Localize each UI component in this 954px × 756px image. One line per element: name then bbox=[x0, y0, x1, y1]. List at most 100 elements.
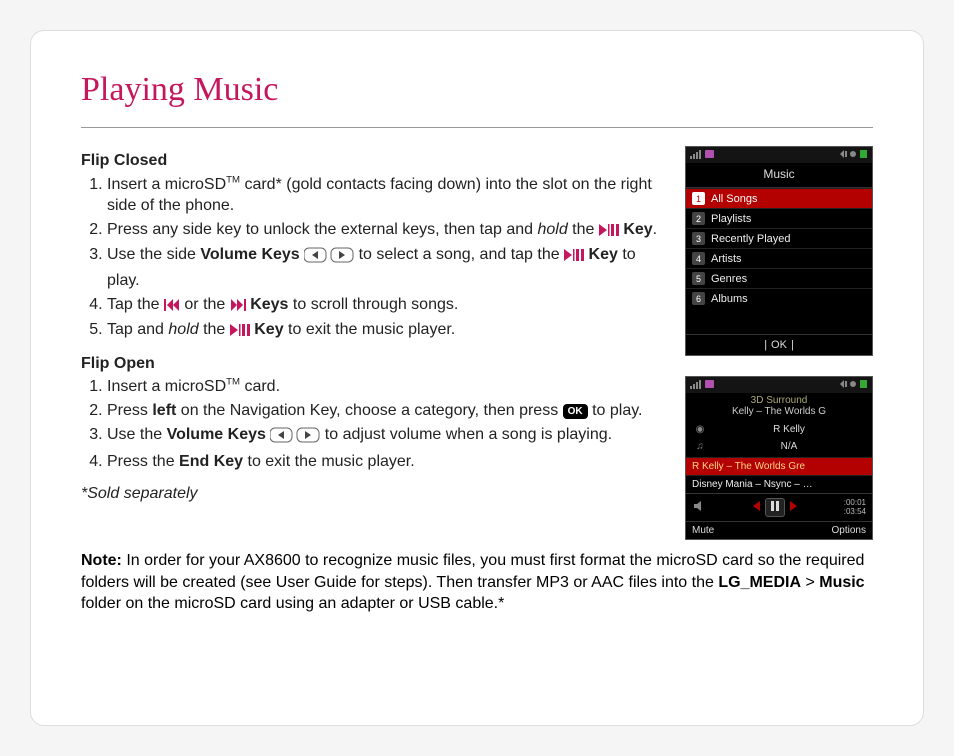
play-button[interactable] bbox=[765, 498, 785, 517]
softkey-mute[interactable]: Mute bbox=[692, 525, 714, 536]
text: left bbox=[152, 402, 176, 419]
list-item: Press any side key to unlock the externa… bbox=[107, 219, 663, 243]
text: Use the side bbox=[107, 246, 200, 263]
menu-item-genres[interactable]: 5 Genres bbox=[686, 268, 872, 288]
item-label: Artists bbox=[711, 253, 742, 265]
prev-track-icon bbox=[164, 296, 180, 318]
track-list: R Kelly – The Worlds Gre Disney Mania – … bbox=[686, 457, 872, 493]
time-display: :00:01 :03:54 bbox=[844, 499, 866, 517]
play-pause-icon bbox=[564, 246, 584, 268]
artist-name: R Kelly bbox=[714, 424, 864, 435]
list-item: Insert a microSDTM card. bbox=[107, 376, 663, 398]
note-label: Note: bbox=[81, 552, 122, 569]
text: to exit the music player. bbox=[284, 321, 456, 338]
phone-music-menu: Music 1All Songs 2Playlists 3Recently Pl… bbox=[685, 146, 873, 356]
next-button[interactable] bbox=[788, 500, 800, 515]
prev-button[interactable] bbox=[750, 500, 762, 515]
item-number: 5 bbox=[692, 272, 705, 285]
text: folder on the microSD card using an adap… bbox=[81, 595, 504, 612]
play-pause-icon bbox=[230, 321, 250, 343]
play-pause-icon bbox=[599, 221, 619, 243]
softkey-ok[interactable]: OK bbox=[767, 339, 791, 351]
text: to adjust volume when a song is playing. bbox=[325, 426, 612, 443]
artist-row: ◉ R Kelly bbox=[686, 421, 872, 438]
list-item: Insert a microSDTM card* (gold contacts … bbox=[107, 174, 663, 217]
text: Key bbox=[623, 221, 652, 238]
menu-item-albums[interactable]: 6 Albums bbox=[686, 288, 872, 308]
item-label: All Songs bbox=[711, 193, 757, 205]
phone-now-playing: 3D Surround Kelly – The Worlds G ◉ R Kell… bbox=[685, 376, 873, 540]
text: Volume Keys bbox=[167, 426, 266, 443]
menu-item-artists[interactable]: 4Artists bbox=[686, 248, 872, 268]
next-track-icon bbox=[230, 296, 246, 318]
indicator-icons bbox=[838, 149, 868, 161]
title-divider bbox=[81, 127, 873, 128]
signal-icon bbox=[690, 149, 716, 161]
list-item: Tap and hold the Key to exit the music p… bbox=[107, 319, 663, 343]
text: the bbox=[568, 221, 599, 238]
note-block: Note: In order for your AX8600 to recogn… bbox=[81, 550, 873, 615]
text: to select a song, and tap the bbox=[359, 246, 564, 263]
player-controls: :00:01 :03:54 bbox=[686, 493, 872, 521]
tm: TM bbox=[226, 377, 240, 388]
speaker-icon[interactable] bbox=[692, 499, 706, 516]
text: on the Navigation Key, choose a category… bbox=[176, 402, 562, 419]
text: hold bbox=[168, 321, 198, 338]
manual-page: Playing Music Flip Closed Insert a micro… bbox=[30, 30, 924, 726]
menu-item-playlists[interactable]: 2Playlists bbox=[686, 208, 872, 228]
flip-closed-heading: Flip Closed bbox=[81, 150, 663, 172]
item-number: 3 bbox=[692, 232, 705, 245]
note-icon: ♫ bbox=[694, 441, 706, 452]
footnote: *Sold separately bbox=[81, 483, 663, 505]
phone-previews: Music 1All Songs 2Playlists 3Recently Pl… bbox=[685, 146, 873, 540]
path-lg-media: LG_MEDIA bbox=[718, 574, 801, 591]
menu-item-recently-played[interactable]: 3Recently Played bbox=[686, 228, 872, 248]
track-item-selected[interactable]: R Kelly – The Worlds Gre bbox=[686, 457, 872, 475]
content-columns: Flip Closed Insert a microSDTM card* (go… bbox=[81, 146, 873, 540]
text: . bbox=[653, 221, 657, 238]
disc-icon: ◉ bbox=[694, 424, 706, 435]
flip-open-steps: Insert a microSDTM card. Press left on t… bbox=[81, 376, 663, 472]
volume-keys-icon bbox=[270, 427, 320, 450]
status-bar bbox=[686, 377, 872, 393]
list-item: Press left on the Navigation Key, choose… bbox=[107, 400, 663, 422]
text: Key bbox=[254, 321, 283, 338]
flip-open-heading: Flip Open bbox=[81, 353, 663, 375]
item-label: Genres bbox=[711, 273, 747, 285]
text: Press the bbox=[107, 453, 179, 470]
menu-item-all-songs[interactable]: 1 All Songs bbox=[686, 188, 872, 208]
item-number: 6 bbox=[692, 292, 705, 305]
volume-keys-icon bbox=[304, 247, 354, 270]
softkey-options[interactable]: Options bbox=[832, 525, 866, 536]
total-time: :03:54 bbox=[844, 508, 866, 517]
text: Keys bbox=[250, 296, 288, 313]
now-playing-song: Kelly – The Worlds G bbox=[686, 406, 872, 421]
text: to scroll through songs. bbox=[288, 296, 458, 313]
text: Volume Keys bbox=[200, 246, 299, 263]
text: Insert a microSD bbox=[107, 378, 226, 395]
text: to play. bbox=[588, 402, 643, 419]
instruction-column: Flip Closed Insert a microSDTM card* (go… bbox=[81, 146, 663, 540]
text: Insert a microSD bbox=[107, 176, 226, 193]
text: hold bbox=[537, 221, 567, 238]
list-item: Use the side Volume Keys to select a son… bbox=[107, 244, 663, 291]
text: to exit the music player. bbox=[243, 453, 415, 470]
softkey-bar: Mute Options bbox=[686, 521, 872, 539]
list-item: Use the Volume Keys to adjust volume whe… bbox=[107, 424, 663, 450]
item-number: 1 bbox=[692, 192, 705, 205]
album-row: ♫N/A bbox=[686, 438, 872, 455]
signal-icon bbox=[690, 379, 716, 391]
list-item: Press the End Key to exit the music play… bbox=[107, 451, 663, 473]
text: Key bbox=[589, 246, 618, 263]
tm: TM bbox=[226, 174, 240, 185]
now-playing-mode: 3D Surround bbox=[686, 393, 872, 406]
path-sep: > bbox=[801, 574, 819, 591]
text: End Key bbox=[179, 453, 243, 470]
text: the bbox=[199, 321, 230, 338]
text: Tap the bbox=[107, 296, 164, 313]
text: Press any side key to unlock the externa… bbox=[107, 221, 537, 238]
list-item: Tap the or the Keys to scroll through so… bbox=[107, 294, 663, 318]
track-item[interactable]: Disney Mania – Nsync – … bbox=[686, 475, 872, 493]
text: Use the bbox=[107, 426, 167, 443]
item-label: Albums bbox=[711, 293, 748, 305]
